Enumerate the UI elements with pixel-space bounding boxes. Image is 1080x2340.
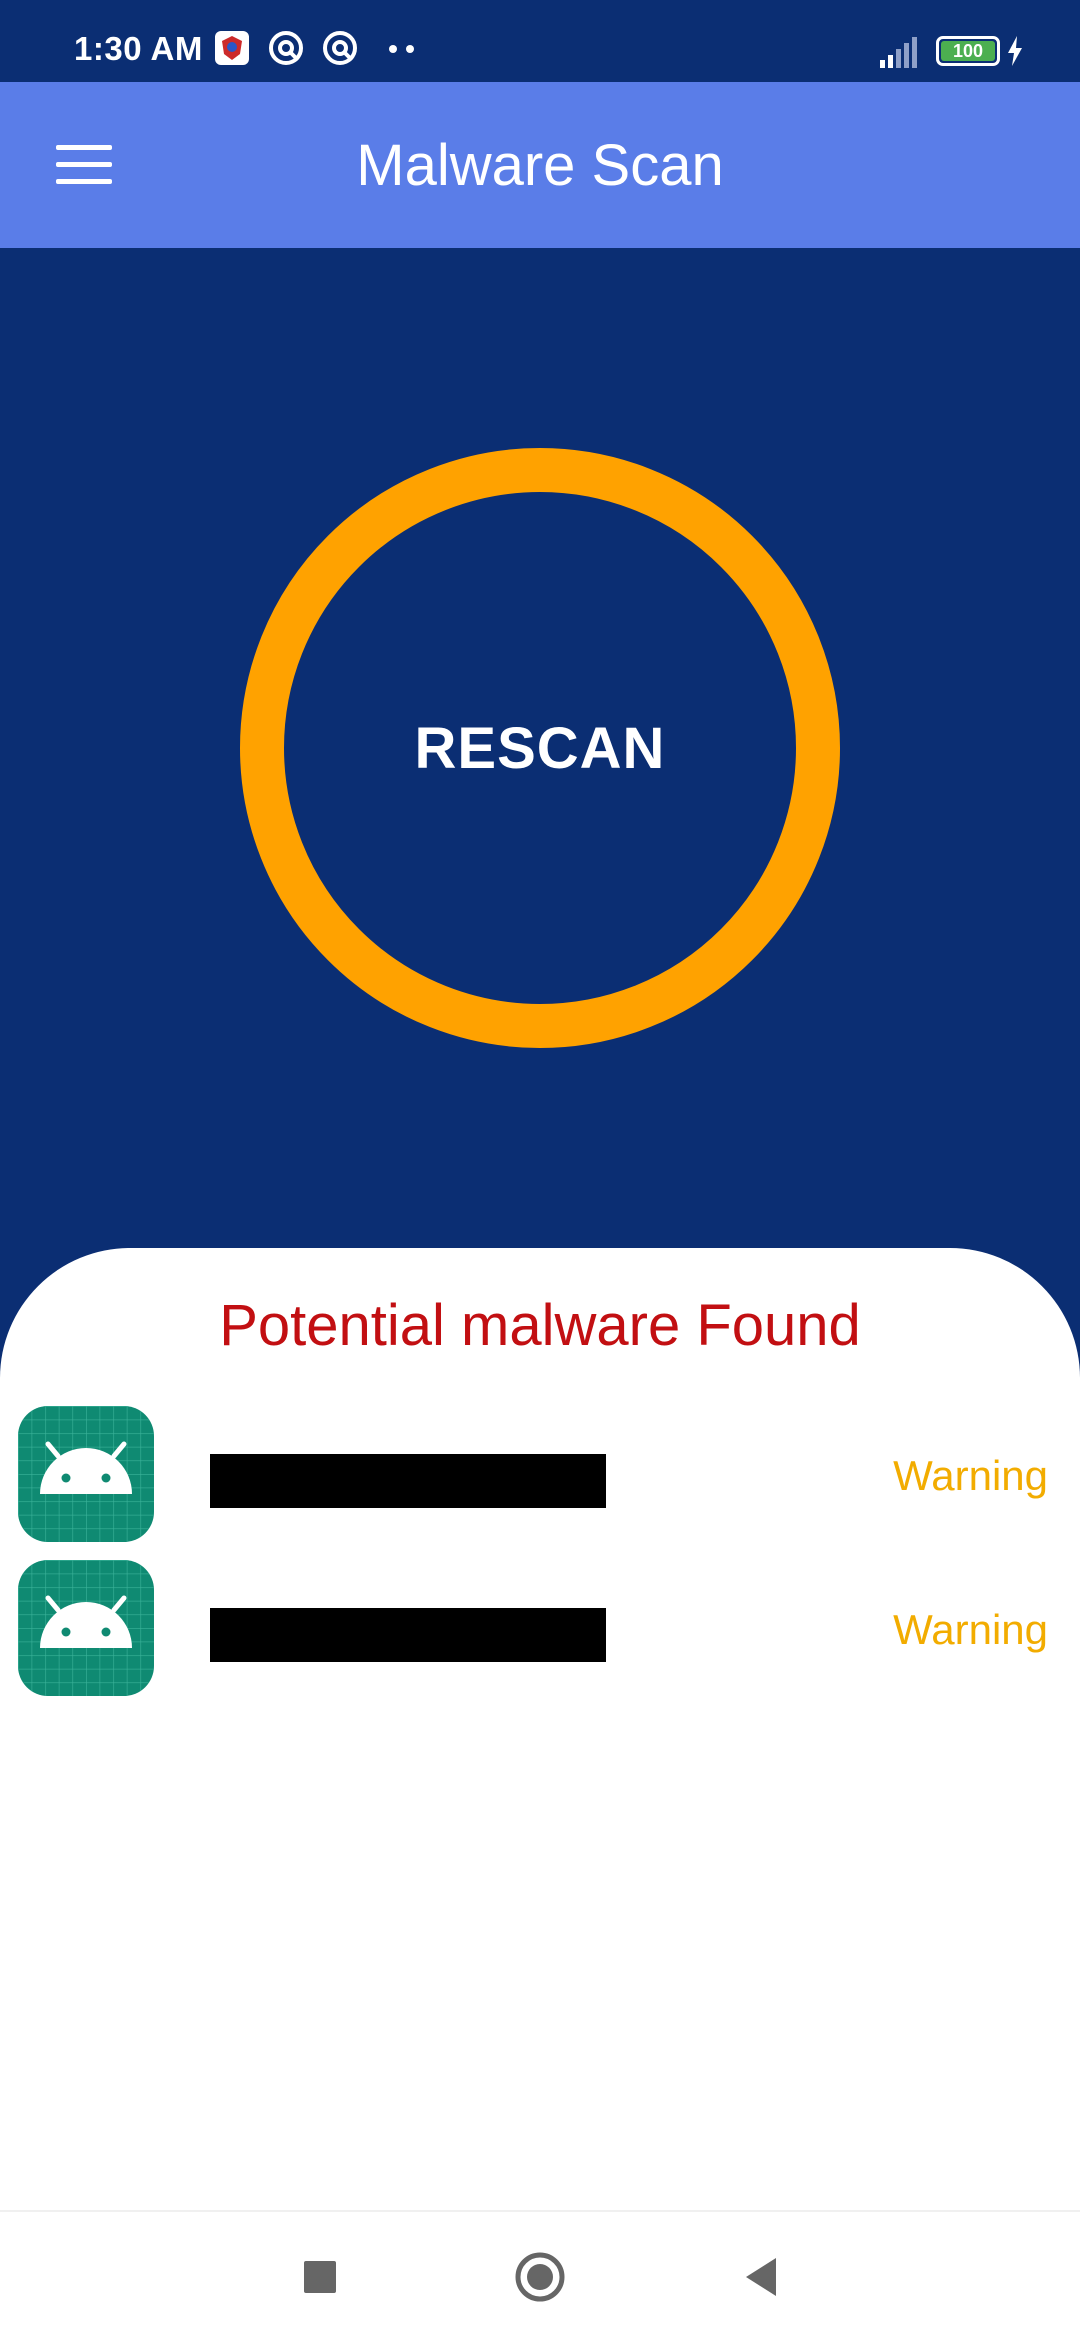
- status-badge: Warning: [893, 1606, 1048, 1653]
- more-dots-icon: [389, 45, 414, 53]
- sync-icon: [323, 31, 357, 65]
- back-triangle-icon[interactable]: [740, 2252, 784, 2302]
- battery-level: 100: [952, 40, 984, 61]
- page-title: Malware Scan: [356, 133, 724, 198]
- status-badge: Warning: [893, 1452, 1048, 1499]
- redacted-app-name: [210, 1454, 606, 1508]
- status-time: 1:30 AM: [74, 30, 203, 67]
- navigation-bar: [0, 2210, 1080, 2340]
- list-item[interactable]: Warning: [0, 1406, 1080, 1546]
- app-bar: Malware Scan: [0, 82, 1080, 248]
- sync-icon: [269, 31, 303, 65]
- android-app-icon: [18, 1406, 154, 1542]
- recents-square-icon[interactable]: [300, 2252, 340, 2302]
- rescan-label: RESCAN: [414, 715, 666, 781]
- rescan-button[interactable]: RESCAN: [240, 448, 840, 1048]
- redacted-app-name: [210, 1608, 606, 1662]
- app-badge-icon: [215, 31, 249, 65]
- results-sheet: Potential malware Found Warning Warning: [0, 1248, 1080, 2210]
- list-item[interactable]: Warning: [0, 1560, 1080, 1700]
- android-app-icon: [18, 1560, 154, 1696]
- battery-icon: 100: [936, 36, 1000, 66]
- charging-icon: [1008, 36, 1022, 66]
- home-circle-icon[interactable]: [512, 2252, 568, 2302]
- results-title: Potential malware Found: [219, 1293, 861, 1358]
- scan-area: RESCAN: [0, 248, 1080, 1248]
- status-bar: 1:30 AM 100: [0, 0, 1080, 82]
- signal-icon: [880, 37, 917, 68]
